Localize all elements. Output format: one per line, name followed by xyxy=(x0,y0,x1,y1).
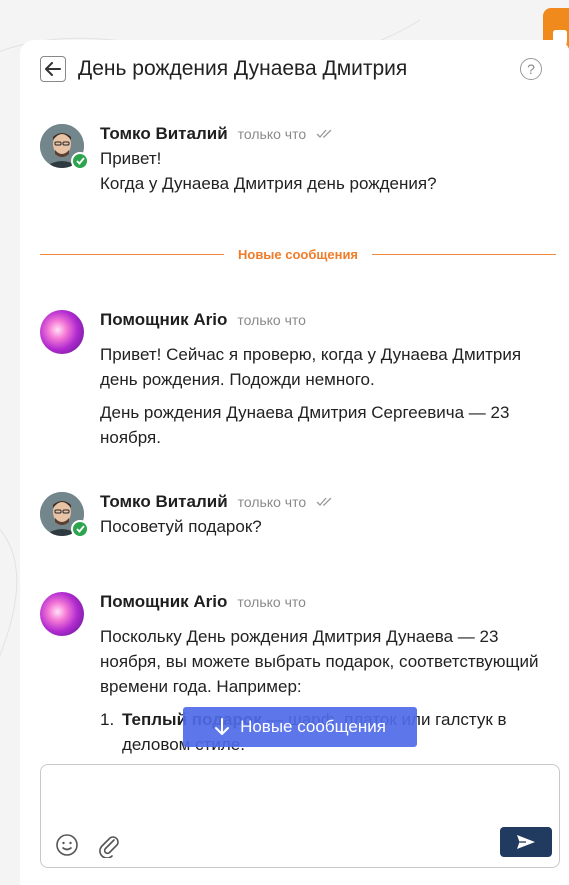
message-author[interactable]: Томко Виталий xyxy=(100,124,228,144)
check-icon xyxy=(75,525,85,533)
assistant-avatar[interactable] xyxy=(40,310,84,354)
send-icon xyxy=(517,835,535,849)
online-status-badge xyxy=(71,152,89,170)
message-author[interactable]: Помощник Ario xyxy=(100,310,227,330)
message-item: Томко Виталий только что Привет! Когда у… xyxy=(40,124,550,196)
message-item: Помощник Ario только что Привет! Сейчас … xyxy=(40,310,550,450)
chat-panel: День рождения Дунаева Дмитрия ? Томко Ви… xyxy=(20,40,569,885)
message-line: Привет! xyxy=(100,149,162,168)
double-check-icon xyxy=(316,497,332,506)
message-time: только что xyxy=(237,494,307,510)
send-button[interactable] xyxy=(500,827,552,857)
message-time: только что xyxy=(237,594,306,610)
message-paragraph: Привет! Сейчас я проверю, когда у Дунаев… xyxy=(100,345,522,389)
message-item: Томко Виталий только что Посоветуй подар… xyxy=(40,492,550,539)
message-line: Посоветуй подарок? xyxy=(100,517,262,536)
new-messages-button-label: Новые сообщения xyxy=(240,717,386,736)
chat-header: День рождения Дунаева Дмитрия ? xyxy=(40,54,542,84)
online-status-badge xyxy=(71,520,89,538)
smiley-icon[interactable] xyxy=(55,833,79,857)
check-icon xyxy=(75,157,85,165)
message-author[interactable]: Помощник Ario xyxy=(100,592,227,612)
message-time: только что xyxy=(237,126,307,142)
new-messages-divider: Новые сообщения xyxy=(40,246,557,262)
back-button[interactable] xyxy=(40,56,66,82)
question-icon: ? xyxy=(527,61,535,77)
page-title: День рождения Дунаева Дмитрия xyxy=(78,57,408,80)
paperclip-icon[interactable] xyxy=(97,832,121,858)
message-paragraph: День рождения Дунаева Дмитрия Сергеевича… xyxy=(100,403,510,447)
divider-label: Новые сообщения xyxy=(237,246,359,262)
message-composer xyxy=(40,764,560,868)
double-check-icon xyxy=(316,129,332,138)
assistant-avatar[interactable] xyxy=(40,592,84,636)
message-input[interactable] xyxy=(51,773,547,823)
message-time: только что xyxy=(237,312,306,328)
message-paragraph: Поскольку День рождения Дмитрия Дунаева … xyxy=(100,627,539,696)
list-number: 1. xyxy=(100,710,115,729)
new-messages-button[interactable]: Новые сообщения xyxy=(183,707,417,747)
message-author[interactable]: Томко Виталий xyxy=(100,492,228,512)
message-line: Когда у Дунаева Дмитрия день рождения? xyxy=(100,174,437,193)
arrow-down-icon xyxy=(215,718,230,735)
help-button[interactable]: ? xyxy=(520,58,542,80)
arrow-left-icon xyxy=(45,62,61,76)
